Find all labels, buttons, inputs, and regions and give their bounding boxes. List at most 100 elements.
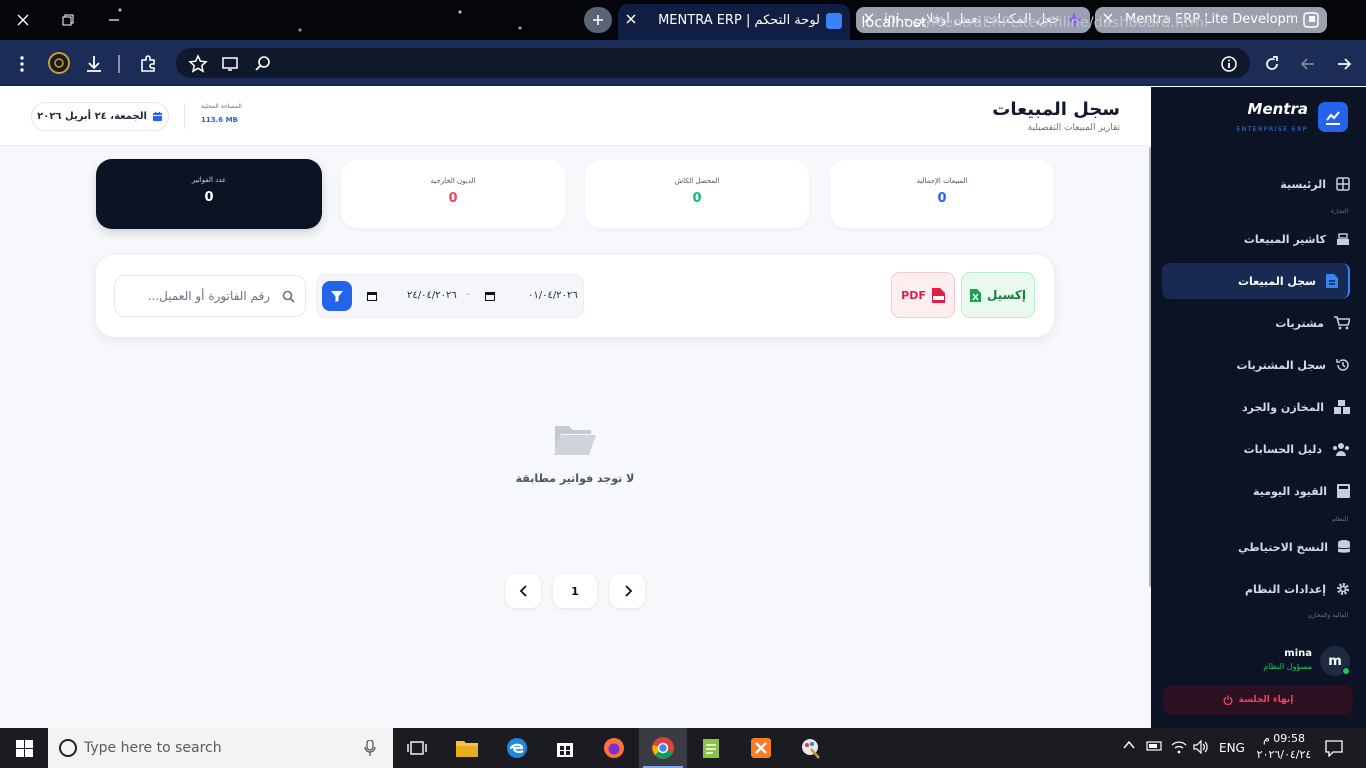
excel-label: إكسيل	[987, 288, 1026, 302]
notepad-plus-icon[interactable]	[687, 728, 735, 768]
database-icon	[1338, 540, 1350, 553]
stat-total-sales: المبيعات الإجمالية 0	[830, 160, 1054, 228]
input-language[interactable]: ENG	[1219, 741, 1245, 755]
bookmark-star-icon[interactable]	[188, 54, 208, 74]
show-hidden-icons-chevron-up-icon[interactable]	[1123, 740, 1135, 750]
user-role: مسؤول النظام	[1263, 662, 1312, 671]
cart-icon	[1334, 316, 1350, 330]
windows-taskbar: Type here to search ENG 09:58 م ٢٠٢٦/٠٤/…	[0, 728, 1366, 768]
minimize-window-button[interactable]	[91, 0, 137, 40]
sidebar-item-warehouses[interactable]: المخازن والجرد	[1178, 389, 1350, 425]
address-bar[interactable]	[176, 48, 1250, 78]
stat-value: 0	[448, 191, 458, 206]
site-info-icon[interactable]	[1219, 54, 1239, 74]
url-text[interactable]: localhost/MentraERPLiteOffiline/dashboar…	[861, 15, 1208, 31]
sidebar-item-backup[interactable]: النسخ الاحتياطي	[1178, 529, 1350, 565]
task-view-icon[interactable]	[393, 728, 441, 768]
stat-cash-collected: المحصل الكاش 0	[585, 160, 809, 228]
taskbar-search-input[interactable]: Type here to search	[48, 728, 393, 768]
close-window-button[interactable]	[0, 0, 46, 40]
battery-icon[interactable]	[1145, 740, 1163, 752]
sidebar-item-purchase-log[interactable]: سجل المشتريات	[1178, 347, 1350, 383]
forward-arrow-icon[interactable]	[1334, 54, 1354, 74]
empty-state-message: لا توجد فواتير مطابقة	[515, 472, 635, 485]
clock-date: ٢٠٢٦/٠٤/٢٤	[1256, 748, 1312, 761]
date-range: ٠١/٠٤/٢٠٢٦ - ٢٤/٠٤/٢٠٢٦	[316, 274, 584, 318]
chrome-icon[interactable]	[639, 728, 687, 768]
sidebar-item-label: كاشير المبيعات	[1243, 232, 1326, 246]
stat-label: المحصل الكاش	[674, 177, 720, 185]
cortana-circle-icon	[59, 739, 77, 757]
toolbar-divider	[118, 55, 120, 73]
mentra-favicon-icon	[826, 13, 842, 29]
page-number-button[interactable]: 1	[553, 574, 597, 608]
file-explorer-icon[interactable]	[443, 728, 491, 768]
sidebar-item-purchases[interactable]: مشتريات	[1178, 305, 1350, 341]
firefox-icon[interactable]	[590, 728, 638, 768]
pdf-file-icon	[931, 287, 945, 303]
close-tab-icon[interactable]	[626, 14, 636, 24]
new-tab-button[interactable]	[584, 7, 612, 33]
apply-filter-button[interactable]	[322, 281, 352, 311]
system-clock[interactable]: 09:58 م ٢٠٢٦/٠٤/٢٤	[1254, 731, 1314, 763]
browser-menu-icon[interactable]	[12, 54, 32, 74]
start-button[interactable]	[0, 728, 48, 768]
paint-app-icon[interactable]	[786, 728, 834, 768]
search-input[interactable]: رقم الفاتورة أو العميل...	[114, 275, 306, 317]
volume-speaker-icon[interactable]	[1193, 740, 1209, 754]
profile-avatar-icon[interactable]	[48, 52, 70, 74]
history-icon	[1336, 359, 1349, 371]
calendar-icon	[152, 111, 162, 122]
online-status-dot	[1342, 667, 1350, 675]
brand-name: Mentra	[1247, 100, 1308, 118]
close-icon	[17, 14, 29, 26]
sidebar-item-settings[interactable]: إعدادات النظام	[1178, 571, 1350, 607]
sidebar-item-accounts[interactable]: دليل الحسابات	[1178, 431, 1350, 467]
sidebar-item-home[interactable]: الرئيسية	[1178, 166, 1350, 202]
page-header: سجل المبيعات تقارير المبيعات التفصيلية ا…	[0, 87, 1151, 146]
sidebar-item-sales-log[interactable]: سجل المبيعات	[1162, 263, 1350, 299]
minimize-icon	[109, 19, 119, 21]
next-page-button[interactable]	[610, 574, 645, 608]
sidebar-item-label: المخازن والجرد	[1241, 400, 1324, 414]
download-icon[interactable]	[84, 54, 104, 74]
edge-browser-icon[interactable]	[493, 728, 541, 768]
sidebar-item-cashier[interactable]: كاشير المبيعات	[1178, 221, 1350, 257]
export-pdf-button[interactable]: PDF	[891, 272, 955, 318]
tab-dashboard[interactable]: لوحة التحكم | MENTRA ERP	[618, 4, 850, 40]
taskbar-search-placeholder: Type here to search	[84, 740, 222, 756]
sidebar-item-journal[interactable]: القيود اليومية	[1178, 473, 1350, 509]
microphone-icon	[364, 740, 376, 756]
restore-window-button[interactable]	[45, 0, 91, 40]
microsoft-store-icon[interactable]	[541, 728, 589, 768]
notification-center-icon[interactable]	[1325, 739, 1343, 757]
reload-icon[interactable]	[1262, 54, 1282, 74]
prev-page-button[interactable]	[506, 574, 541, 608]
extensions-icon[interactable]	[138, 54, 158, 74]
xampp-icon[interactable]	[737, 728, 785, 768]
wifi-icon[interactable]	[1171, 740, 1187, 754]
stat-label: عدد الفواتير	[191, 176, 227, 184]
main-content: سجل المبيعات تقارير المبيعات التفصيلية ا…	[0, 87, 1151, 728]
date-from-input[interactable]: ٠١/٠٤/٢٠٢٦	[528, 290, 578, 301]
stat-label: المبيعات الإجمالية	[916, 177, 968, 185]
date-to-input[interactable]: ٢٤/٠٤/٢٠٢٦	[407, 290, 457, 301]
logout-button[interactable]: إنهاء الجلسة	[1163, 685, 1353, 715]
github-favicon-icon	[1303, 12, 1319, 28]
sidebar-item-label: مشتريات	[1275, 316, 1324, 330]
gear-icon	[1337, 583, 1349, 595]
zoom-search-icon[interactable]	[253, 54, 273, 74]
install-app-icon[interactable]	[220, 54, 240, 74]
url-host: localhost	[861, 15, 927, 31]
section-label-trade: التجارة	[1330, 208, 1348, 215]
pdf-label: PDF	[901, 288, 926, 302]
back-arrow-icon[interactable]	[1298, 54, 1318, 74]
sidebar-item-label: سجل المشتريات	[1236, 358, 1326, 372]
stat-invoice-count: عدد الفواتير 0	[96, 159, 322, 229]
users-icon	[1333, 443, 1349, 456]
cash-register-icon	[1337, 233, 1349, 245]
stat-value: 0	[937, 191, 947, 206]
user-profile[interactable]: m mina مسؤول النظام	[1160, 642, 1350, 682]
dashboard-grid-icon	[1336, 177, 1350, 191]
export-excel-button[interactable]: إكسيل	[961, 272, 1035, 318]
